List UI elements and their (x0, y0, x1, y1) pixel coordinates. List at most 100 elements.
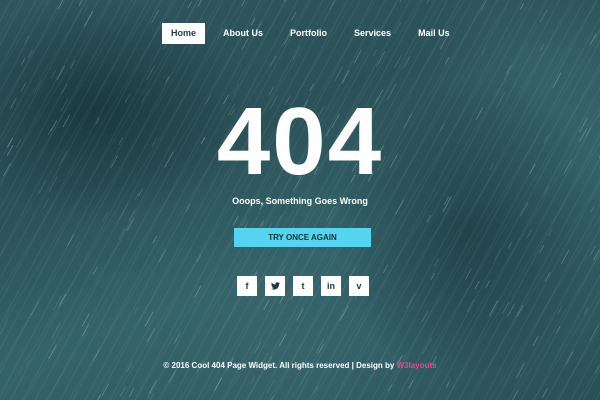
rain-streak (583, 307, 589, 315)
nav-item-mail-us[interactable]: Mail Us (409, 23, 459, 44)
rain-streak (296, 308, 304, 321)
error-code-title: 404 (216, 88, 384, 195)
rain-streak (266, 379, 275, 393)
nav-item-portfolio[interactable]: Portfolio (281, 23, 336, 44)
rain-streak (187, 1, 192, 9)
rain-streak (406, 293, 416, 309)
rain-streak (539, 44, 545, 52)
rain-streak (290, 11, 297, 21)
rain-streak (494, 247, 502, 260)
rain-streak (97, 394, 101, 400)
rain-streak (158, 249, 166, 262)
rain-streak (0, 320, 8, 336)
rain-streak (67, 233, 75, 246)
rain-streak (118, 227, 126, 240)
rain-streak (313, 385, 319, 394)
rain-streak (445, 381, 450, 388)
rain-streak (146, 65, 155, 81)
rain-streak (152, 235, 158, 244)
rain-streak (589, 325, 599, 341)
rain-streak (590, 205, 595, 213)
rain-streak (30, 301, 39, 316)
rain-streak (548, 228, 553, 236)
rain-streak (532, 335, 539, 346)
tumblr-icon[interactable]: t (293, 276, 313, 296)
twitter-icon[interactable] (265, 276, 285, 296)
linkedin-icon[interactable]: in (321, 276, 341, 296)
rain-streak (197, 0, 202, 7)
rain-streak (489, 300, 499, 316)
rain-streak (399, 0, 402, 3)
rain-streak (92, 349, 100, 361)
rain-streak (20, 57, 26, 65)
rain-streak (259, 220, 264, 228)
twitter-bird-glyph (270, 282, 280, 290)
rain-streak (78, 0, 83, 6)
rain-streak (250, 376, 256, 385)
rain-streak (341, 70, 350, 84)
footer-design-link[interactable]: W3layouts (397, 361, 437, 370)
rain-streak (149, 380, 157, 394)
rain-streak (83, 5, 89, 13)
rain-streak (82, 324, 90, 337)
rain-streak (507, 303, 515, 317)
vimeo-icon[interactable]: v (349, 276, 369, 296)
facebook-icon[interactable]: f (237, 276, 257, 296)
rain-streak (274, 214, 283, 228)
nav-item-services[interactable]: Services (345, 23, 400, 44)
rain-streak (481, 47, 487, 56)
rain-streak (526, 229, 533, 239)
rain-streak (594, 28, 600, 40)
rain-streak (465, 268, 472, 280)
rain-streak (318, 344, 324, 354)
rain-streak (382, 264, 389, 274)
rain-streak (430, 272, 436, 280)
rain-streak (50, 69, 57, 80)
rain-streak (21, 82, 26, 91)
rain-streak (299, 369, 309, 386)
rain-streak (552, 72, 562, 89)
rain-streak (519, 2, 525, 10)
rain-streak (421, 311, 429, 323)
rain-streak (541, 387, 548, 399)
rain-streak (241, 0, 246, 7)
rain-streak (394, 54, 403, 68)
rain-streak (353, 50, 362, 64)
rain-streak (291, 45, 301, 62)
rain-streak (165, 76, 170, 83)
rain-streak (505, 64, 512, 75)
rain-streak (512, 390, 519, 400)
rain-streak (151, 9, 160, 24)
rain-streak (334, 66, 343, 82)
rain-streak (544, 272, 551, 283)
rain-streak (539, 245, 545, 253)
rain-streak (56, 65, 65, 81)
try-again-button[interactable]: TRY ONCE AGAIN (234, 228, 371, 247)
social-links: f t in v (237, 276, 369, 296)
rain-streak (101, 383, 110, 396)
rain-streak (263, 300, 270, 310)
rain-streak (589, 245, 596, 256)
rain-streak (102, 211, 109, 221)
rain-streak (480, 0, 487, 12)
rain-streak (128, 209, 136, 222)
rain-streak (408, 380, 414, 389)
rain-streak (593, 249, 600, 261)
rain-streak (560, 249, 570, 265)
rain-streak (128, 388, 135, 398)
nav-item-about-us[interactable]: About Us (214, 23, 272, 44)
rain-streak (422, 338, 432, 355)
rain-streak (466, 299, 475, 313)
rain-streak (556, 326, 561, 334)
rain-streak (279, 334, 287, 347)
rain-streak (372, 49, 377, 57)
rain-streak (426, 0, 430, 4)
nav-item-home[interactable]: Home (162, 23, 206, 44)
rain-streak (146, 328, 156, 343)
rain-streak (444, 57, 450, 65)
rain-streak (92, 265, 99, 275)
rain-streak (474, 280, 480, 290)
rain-streak (557, 306, 563, 314)
rain-streak (485, 280, 490, 289)
rain-streak (270, 395, 274, 400)
